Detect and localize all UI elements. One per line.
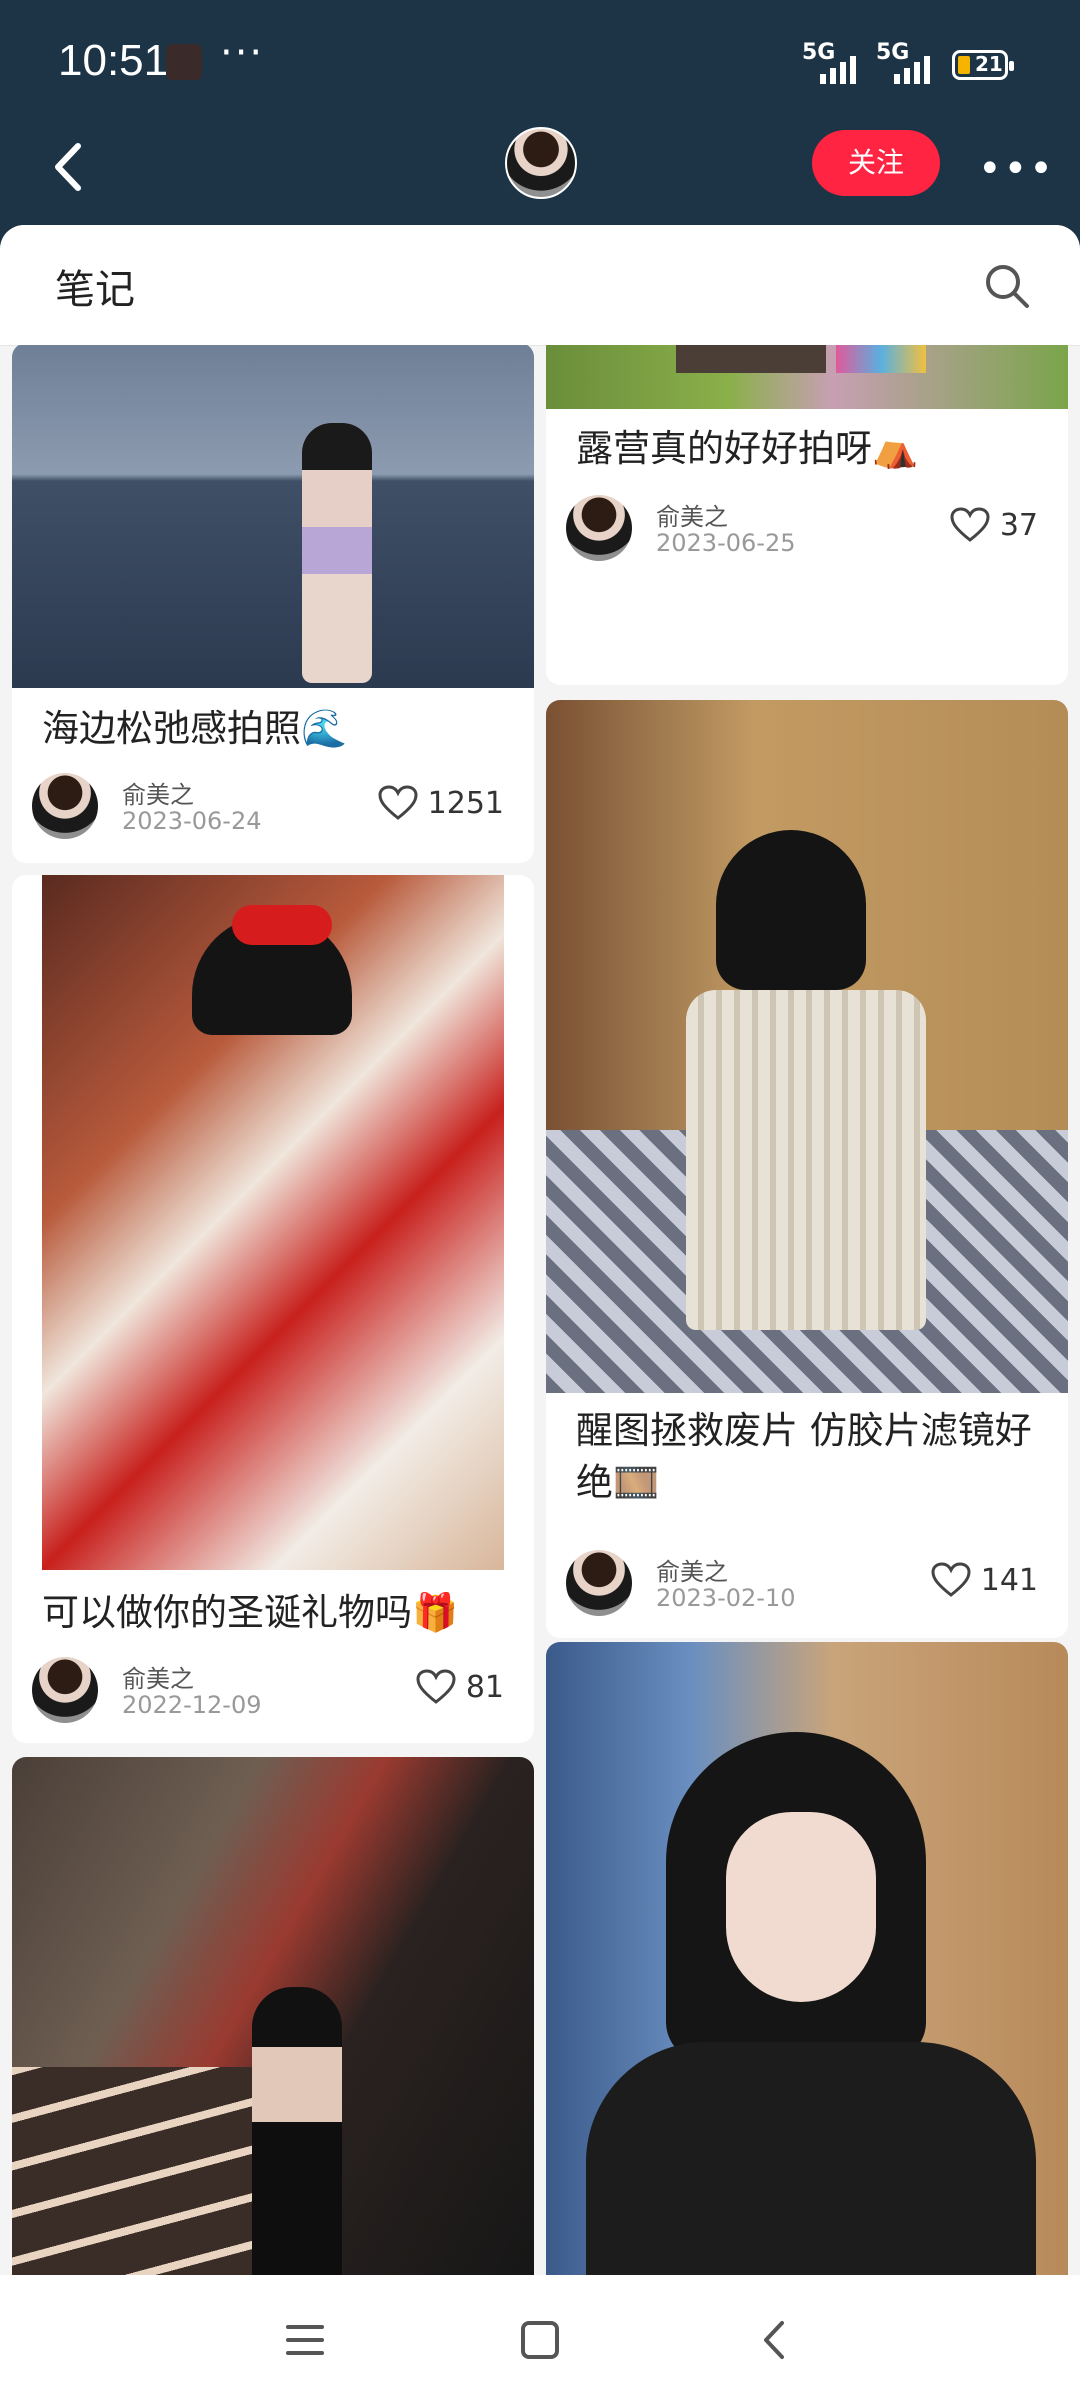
profile-avatar[interactable] [505,127,577,199]
note-meta: 俞美之 2022-12-09 81 [32,1657,514,1727]
notes-feed[interactable]: 海边松弛感拍照🌊 俞美之 2023-06-24 1251 可以做你的圣诞礼物吗🎁… [0,345,1080,2275]
system-nav-bar [0,2275,1080,2400]
back-icon[interactable] [44,132,104,202]
note-cover-image [546,345,1068,409]
like-button[interactable]: 37 [950,507,1038,543]
top-bar: 关注 ••• [0,120,1080,225]
note-title: 醒图拯救废片 仿胶片滤镜好绝🎞️ [576,1409,1032,1504]
more-notifications-icon: ··· [220,30,265,76]
note-meta: 俞美之 2023-02-10 141 [566,1550,1048,1620]
note-card[interactable] [546,1642,1068,2275]
heart-icon [931,1562,971,1597]
author-avatar [566,1550,632,1616]
author-name: 俞美之 [122,781,194,809]
note-card[interactable]: 海边松弛感拍照🌊 俞美之 2023-06-24 1251 [12,345,534,863]
signal-icon-1 [820,50,856,84]
signal-icon-2 [894,50,930,84]
sheet-header: 笔记 [0,225,1080,346]
note-meta: 俞美之 2023-06-24 1251 [32,773,514,843]
note-card[interactable]: 露营真的好好拍呀⛺ 俞美之 2023-06-25 37 [546,345,1068,685]
like-count: 81 [465,1669,504,1705]
page-title: 笔记 [55,267,135,313]
like-button[interactable]: 1251 [378,785,504,821]
note-card[interactable] [12,1757,534,2275]
author-name: 俞美之 [122,1665,194,1693]
note-date: 2023-02-10 [656,1584,796,1612]
back-nav-icon[interactable] [750,2315,800,2365]
author-avatar [32,1657,98,1723]
note-cover-image [546,700,1068,1393]
note-meta: 俞美之 2023-06-25 37 [566,495,1048,565]
search-icon[interactable] [982,261,1032,311]
more-options-icon[interactable]: ••• [978,146,1055,192]
note-title: 可以做你的圣诞礼物吗🎁 [42,1591,459,1634]
author-avatar [32,773,98,839]
note-cover-image [42,875,504,1570]
author-avatar [566,495,632,561]
note-date: 2023-06-24 [122,807,262,835]
status-bar: 10:51 ··· 5G 5G 21 [0,0,1080,120]
note-date: 2022-12-09 [122,1691,262,1719]
note-cover-image [12,345,534,688]
note-title: 海边松弛感拍照🌊 [42,707,348,750]
like-button[interactable]: 81 [416,1669,504,1705]
author-name: 俞美之 [656,1558,728,1586]
author-name: 俞美之 [656,503,728,531]
menu-icon[interactable] [280,2315,330,2365]
battery-icon: 21 [952,50,1014,80]
like-count: 141 [980,1562,1038,1598]
notification-app-icon [166,44,202,80]
like-count: 1251 [427,785,504,821]
heart-icon [378,785,418,820]
note-title: 露营真的好好拍呀⛺ [576,427,919,470]
home-icon[interactable] [515,2315,565,2365]
notes-sheet: 笔记 海边松弛感拍照🌊 俞美之 2023-06-24 1251 可以做你的圣诞礼… [0,225,1080,2275]
note-card[interactable]: 醒图拯救废片 仿胶片滤镜好绝🎞️ 俞美之 2023-02-10 141 [546,700,1068,1638]
note-cover-image [12,1757,534,2275]
follow-button[interactable]: 关注 [812,130,940,196]
like-button[interactable]: 141 [931,1562,1038,1598]
note-card[interactable]: 可以做你的圣诞礼物吗🎁 俞美之 2022-12-09 81 [12,875,534,1743]
note-date: 2023-06-25 [656,529,796,557]
status-time: 10:51 [58,36,169,85]
like-count: 37 [999,507,1038,543]
battery-level: 21 [975,52,1003,76]
heart-icon [950,507,990,542]
note-cover-image [546,1642,1068,2275]
heart-icon [416,1669,456,1704]
